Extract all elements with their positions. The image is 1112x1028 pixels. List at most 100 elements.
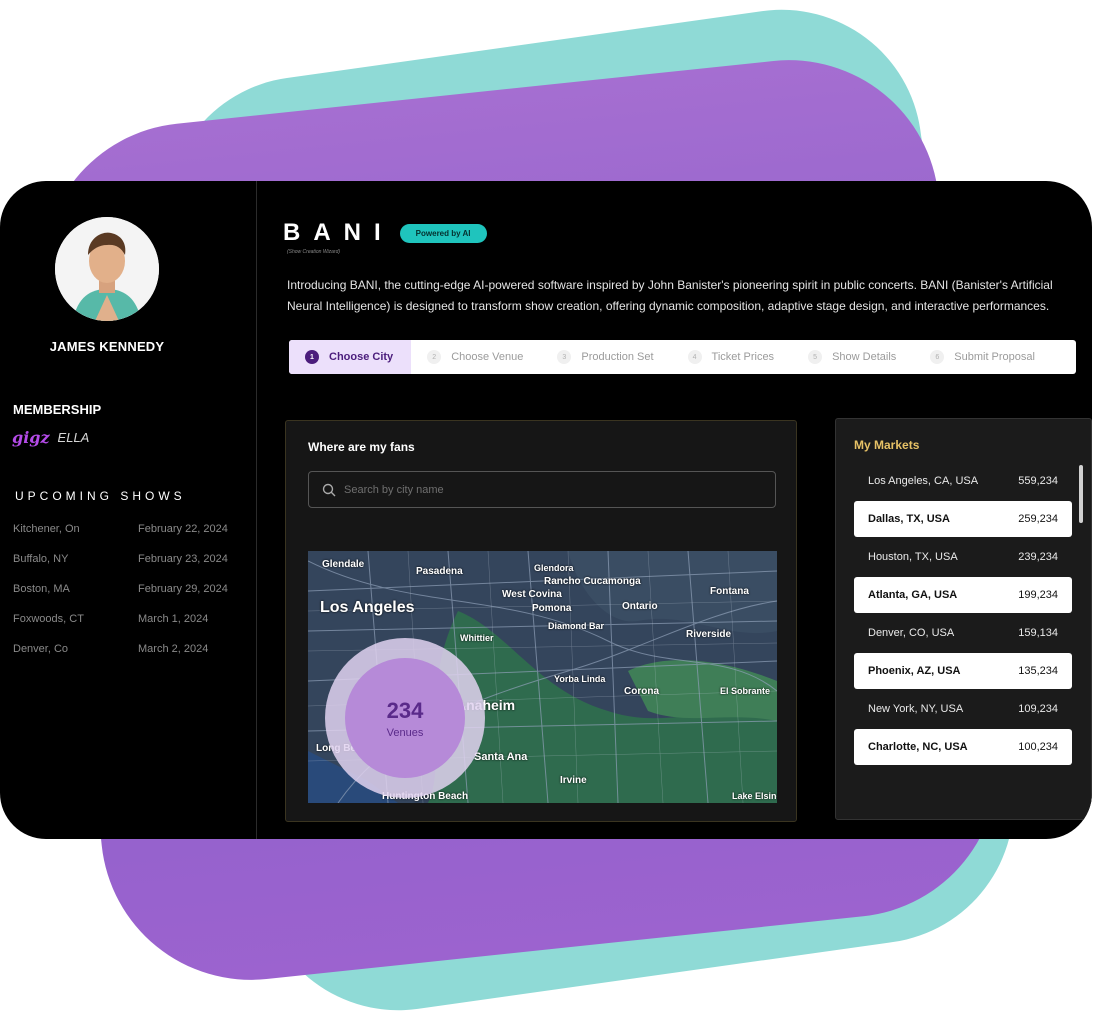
step-label: Choose Venue <box>451 351 524 363</box>
membership-info: gigz ELLA <box>12 428 89 447</box>
venue-count-marker[interactable]: 234 Venues <box>325 638 485 798</box>
bani-logo: BANI <box>283 219 394 246</box>
step-ticket-prices[interactable]: 4 Ticket Prices <box>672 340 793 374</box>
market-row[interactable]: Atlanta, GA, USA 199,234 <box>854 577 1072 613</box>
map-label-el-sobrante: El Sobrante <box>720 686 771 696</box>
venue-count: 234 <box>386 697 424 723</box>
show-city: Buffalo, NY <box>13 553 69 565</box>
map-label-riverside: Riverside <box>686 629 732 640</box>
map-label-pasadena: Pasadena <box>416 566 463 577</box>
show-row[interactable]: Denver, Co March 2, 2024 <box>13 643 243 673</box>
show-city: Denver, Co <box>13 643 69 655</box>
map-label-fontana: Fontana <box>710 586 749 597</box>
map-label-ontario: Ontario <box>622 601 658 612</box>
show-row[interactable]: Kitchener, On February 22, 2024 <box>13 523 243 553</box>
market-row[interactable]: Houston, TX, USA 239,234 <box>854 539 1072 575</box>
step-number: 3 <box>557 350 572 364</box>
map-label-lake-elsinore: Lake Elsino <box>732 791 777 801</box>
show-row[interactable]: Foxwoods, CT March 1, 2024 <box>13 613 243 643</box>
upcoming-shows-title: UPCOMING SHOWS <box>15 489 186 503</box>
market-row[interactable]: Los Angeles, CA, USA 559,234 <box>854 463 1072 499</box>
step-production-set[interactable]: 3 Production Set <box>541 340 671 374</box>
map-label-pomona: Pomona <box>532 603 572 614</box>
map-label-los-angeles: Los Angeles <box>320 599 415 616</box>
main-content: BANI Powered by AI (Show Creation Wizard… <box>257 181 1092 839</box>
map-label-glendora: Glendora <box>534 563 574 573</box>
market-row[interactable]: Phoenix, AZ, USA 135,234 <box>854 653 1072 689</box>
avatar[interactable] <box>55 217 159 321</box>
show-date: February 29, 2024 <box>138 583 228 595</box>
map-label-west-covina: West Covina <box>502 589 562 600</box>
map-label-whittier: Whittier <box>460 633 494 643</box>
intro-text: Introducing BANI, the cutting-edge AI-po… <box>287 278 1053 313</box>
step-number: 4 <box>687 350 702 364</box>
map-label-rancho-cucamonga: Rancho Cucamonga <box>544 576 641 587</box>
market-row[interactable]: New York, NY, USA 109,234 <box>854 691 1072 727</box>
market-value: 239,234 <box>1018 551 1058 563</box>
show-row[interactable]: Boston, MA February 29, 2024 <box>13 583 243 613</box>
step-number: 6 <box>930 350 945 364</box>
show-date: March 2, 2024 <box>138 643 209 655</box>
market-city: Phoenix, AZ, USA <box>868 665 961 677</box>
step-choose-city[interactable]: 1 Choose City <box>289 340 412 374</box>
map-label-corona: Corona <box>624 686 659 697</box>
venue-count-inner: 234 Venues <box>345 658 465 778</box>
map-label-santa-ana: Santa Ana <box>474 751 528 763</box>
market-city: New York, NY, USA <box>868 703 964 715</box>
step-number: 1 <box>305 350 319 364</box>
step-submit-proposal[interactable]: 6 Submit Proposal <box>914 340 1053 374</box>
market-value: 199,234 <box>1018 589 1058 601</box>
show-date: February 23, 2024 <box>138 553 228 565</box>
market-city: Los Angeles, CA, USA <box>868 475 979 487</box>
market-city: Atlanta, GA, USA <box>868 589 958 601</box>
market-value: 159,134 <box>1018 627 1058 639</box>
markets-panel: My Markets Los Angeles, CA, USA 559,234 … <box>835 418 1092 820</box>
scrollbar-thumb[interactable] <box>1079 465 1083 523</box>
market-value: 135,234 <box>1018 665 1058 677</box>
markets-title: My Markets <box>854 438 920 452</box>
brand-row: BANI Powered by AI <box>283 219 487 247</box>
membership-name: ELLA <box>57 430 90 445</box>
venue-label: Venues <box>386 726 424 739</box>
market-value: 109,234 <box>1018 703 1058 715</box>
step-number: 5 <box>808 350 823 364</box>
market-row[interactable]: Charlotte, NC, USA 100,234 <box>854 729 1072 765</box>
search-input[interactable] <box>342 482 766 497</box>
map-label-yorba-linda: Yorba Linda <box>554 674 606 684</box>
market-row[interactable]: Denver, CO, USA 159,134 <box>854 615 1072 651</box>
show-date: March 1, 2024 <box>138 613 209 625</box>
fans-title: Where are my fans <box>308 440 415 454</box>
fans-panel: Where are my fans Search by city name Gl… <box>285 420 797 822</box>
market-value: 559,234 <box>1018 475 1058 487</box>
fan-map[interactable]: Glendale Pasadena Glendora Rancho Cucamo… <box>308 551 777 803</box>
city-search <box>308 471 776 508</box>
step-label: Ticket Prices <box>711 351 775 363</box>
step-label: Show Details <box>832 351 897 363</box>
markets-scrollbar[interactable] <box>1079 465 1083 525</box>
app-window: JAMES KENNEDY MEMBERSHIP gigz ELLA UPCOM… <box>0 181 1092 839</box>
show-row[interactable]: Buffalo, NY February 23, 2024 <box>13 553 243 583</box>
map-label-diamond-bar: Diamond Bar <box>548 621 605 631</box>
membership-title: MEMBERSHIP <box>13 402 102 417</box>
map-label-glendale: Glendale <box>322 559 365 570</box>
sidebar: JAMES KENNEDY MEMBERSHIP gigz ELLA UPCOM… <box>0 181 257 839</box>
market-city: Dallas, TX, USA <box>868 513 950 525</box>
show-city: Kitchener, On <box>13 523 80 535</box>
show-date: February 22, 2024 <box>138 523 228 535</box>
step-number: 2 <box>427 350 442 364</box>
profile-name: JAMES KENNEDY <box>49 339 165 354</box>
market-row[interactable]: Dallas, TX, USA 259,234 <box>854 501 1072 537</box>
market-value: 100,234 <box>1018 741 1058 753</box>
step-label: Production Set <box>581 351 654 363</box>
market-value: 259,234 <box>1018 513 1058 525</box>
step-choose-venue[interactable]: 2 Choose Venue <box>411 340 541 374</box>
search-icon <box>322 483 336 496</box>
market-city: Denver, CO, USA <box>868 627 955 639</box>
gigz-logo: gigz <box>12 428 50 447</box>
map-label-irvine: Irvine <box>560 775 587 786</box>
upcoming-shows-list: Kitchener, On February 22, 2024 Buffalo,… <box>13 523 243 673</box>
show-city: Foxwoods, CT <box>13 613 84 625</box>
wizard-stepper: 1 Choose City 2 Choose Venue 3 Productio… <box>289 340 1076 374</box>
show-city: Boston, MA <box>13 583 70 595</box>
step-show-details[interactable]: 5 Show Details <box>792 340 914 374</box>
